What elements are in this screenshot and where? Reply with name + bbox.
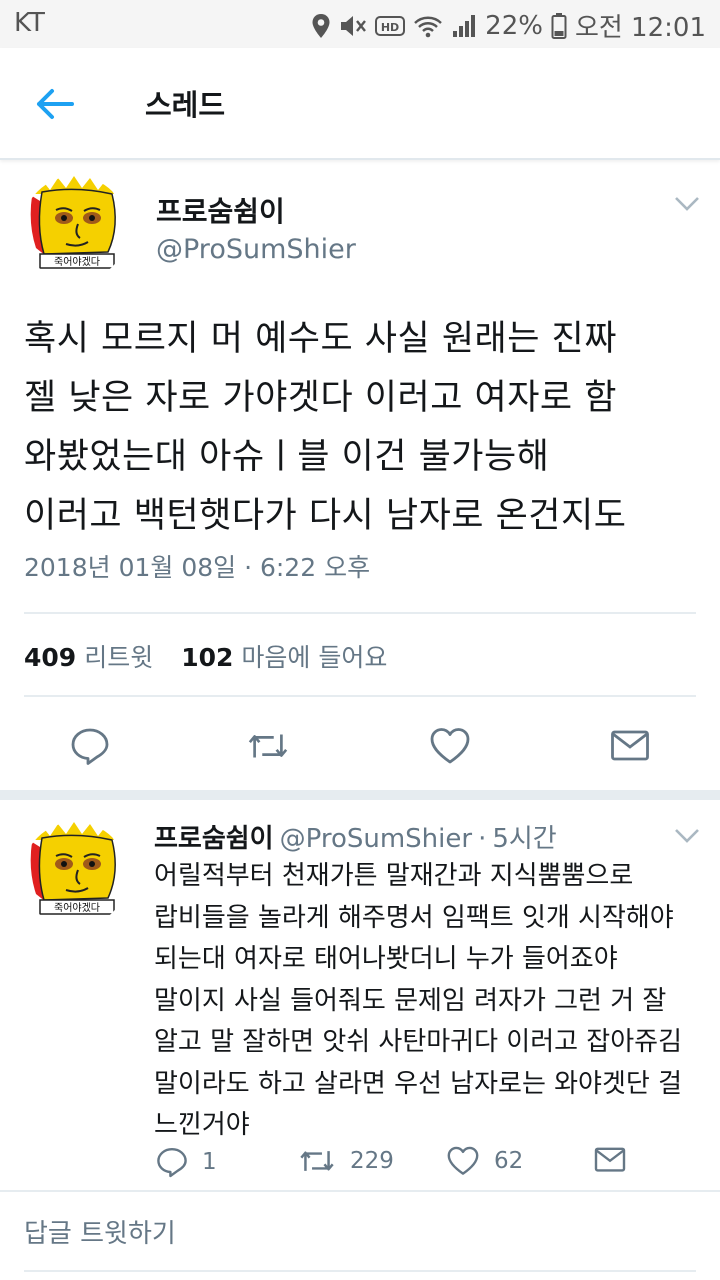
reply-text-line: 말이지 사실 들어줘도 문제임 려자가 그런 거 잘: [154, 985, 667, 1016]
reply-button[interactable]: [68, 724, 112, 768]
tweet-text-line: 이러고 백턴햇다가 다시 남자로 온건지도: [24, 496, 627, 536]
reply-author-name[interactable]: 프로숨쉼이: [154, 824, 274, 854]
reply-header: 프로숨쉼이 @ProSumShier · 5시간: [154, 818, 557, 855]
reply-actions: 1 229 62: [0, 1146, 720, 1190]
author-name[interactable]: 프로숨쉼이: [156, 190, 285, 230]
tweet-menu-button[interactable]: [672, 194, 702, 214]
divider: [24, 612, 696, 614]
reply-text: 어릴적부터 천재가튼 말재간과 지식뿜뿜으로 랍비들을 놀라게 해주명서 임팩트…: [154, 856, 714, 1147]
reply-compose-input[interactable]: 답글 트윗하기: [24, 1213, 176, 1250]
divider: [24, 695, 696, 697]
clock: 오전 12:01: [574, 13, 706, 43]
reply-reply-button[interactable]: 1: [156, 1146, 217, 1178]
retweet-icon: [248, 734, 288, 758]
reply-avatar[interactable]: 죽어야겠다: [22, 822, 128, 928]
svg-text:HD: HD: [381, 21, 399, 34]
status-icons: HD 22% 오전 12:01: [311, 7, 706, 44]
battery-percent: 22%: [485, 10, 543, 41]
divider: [0, 1190, 720, 1192]
reply-time: 5시간: [492, 824, 557, 854]
reply-text-line: 말이라도 하고 살라면 우선 남자로는 와야겟단 걸: [154, 1068, 682, 1099]
chevron-down-icon: [675, 197, 699, 211]
location-icon: [311, 13, 331, 39]
separator-dot: ·: [478, 824, 487, 854]
heart-icon: [447, 1146, 479, 1175]
retweet-icon: [300, 1151, 334, 1171]
tweet-text-line: 혹시 모르지 머 예수도 사실 원래는 진짜: [24, 319, 617, 359]
reply-author-handle[interactable]: @ProSumShier: [280, 824, 472, 854]
compose-underline: [24, 1270, 696, 1272]
page-title: 스레드: [145, 88, 226, 122]
app-header: 스레드: [0, 48, 720, 160]
like-label[interactable]: 마음에 들어요: [241, 638, 387, 674]
back-button[interactable]: [30, 82, 78, 126]
reply-share-button[interactable]: [594, 1146, 626, 1174]
reply-text-line: 느낀거야: [154, 1110, 250, 1140]
status-bar: KT HD 22% 오전 12:01: [0, 0, 720, 48]
like-button[interactable]: [428, 724, 472, 768]
battery-icon: [551, 12, 567, 40]
back-arrow-icon: [37, 89, 74, 119]
carrier-label: KT: [14, 8, 45, 38]
svg-text:죽어야겠다: 죽어야겠다: [54, 256, 100, 268]
reply-menu-button[interactable]: [672, 826, 702, 846]
wifi-icon: [413, 13, 443, 39]
tweet-text: 혹시 모르지 머 예수도 사실 원래는 진짜 젤 낮은 자로 가야겟다 이러고 …: [24, 310, 714, 546]
tweet-actions: [0, 718, 720, 778]
avatar[interactable]: 죽어야겠다: [22, 176, 128, 282]
svg-text:죽어야겠다: 죽어야겠다: [54, 902, 100, 914]
section-divider: [0, 790, 720, 800]
author-handle[interactable]: @ProSumShier: [156, 234, 356, 265]
reply-icon: [157, 1148, 187, 1178]
mail-icon: [594, 1147, 626, 1172]
reply-text-line: 되는대 여자로 태어나봣더니 누가 들어죠야: [154, 944, 618, 974]
chevron-down-icon: [675, 829, 699, 843]
reply-text-line: 랍비들을 놀라게 해주명서 임팩트 잇개 시작해야: [154, 902, 674, 933]
hd-icon: HD: [375, 14, 406, 38]
tweet-timestamp: 2018년 01월 08일 · 6:22 오후: [24, 553, 371, 582]
retweet-label[interactable]: 리트윗: [84, 638, 153, 674]
share-button[interactable]: [608, 724, 652, 768]
signal-icon: [451, 13, 477, 39]
reply-count: 1: [202, 1149, 217, 1175]
heart-icon: [430, 728, 470, 764]
like-count[interactable]: 102: [181, 643, 233, 672]
reply-retweet-button[interactable]: 229: [298, 1146, 394, 1176]
tweet-stats: 409 리트윗 102 마음에 들어요: [24, 638, 415, 674]
mail-icon: [611, 730, 649, 761]
reply-text-line: 어릴적부터 천재가튼 말재간과 지식뿜뿜으로: [154, 861, 634, 891]
reply-text-line: 알고 말 잘하면 앗쉬 사탄마귀다 이러고 잡아쥬김: [154, 1027, 682, 1057]
tweet-text-line: 와봤었는대 아슈ㅣ블 이건 불가능해: [24, 437, 550, 477]
mute-icon: [339, 13, 367, 39]
reply-icon: [71, 728, 109, 765]
tweet-text-line: 젤 낮은 자로 가야겟다 이러고 여자로 함: [24, 378, 617, 418]
retweet-button[interactable]: [246, 724, 290, 768]
reply-like-button[interactable]: 62: [446, 1146, 523, 1176]
retweet-count: 229: [350, 1148, 394, 1174]
like-count: 62: [494, 1148, 524, 1174]
retweet-count[interactable]: 409: [24, 643, 76, 672]
